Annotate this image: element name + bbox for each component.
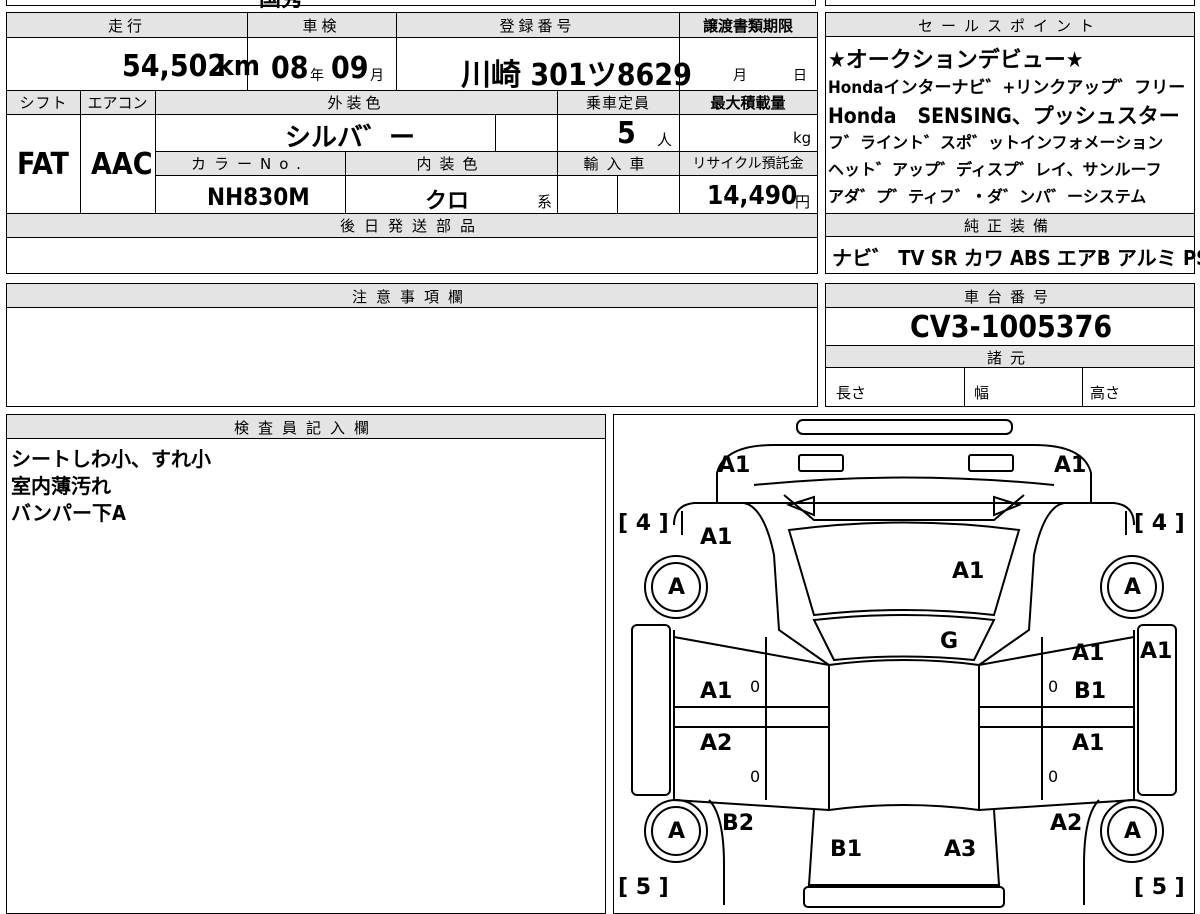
- later-parts-header: 後日発送部品: [339, 217, 484, 235]
- capacity-header: 乗車定員: [585, 94, 650, 112]
- tire-label-fr: A: [1124, 575, 1142, 600]
- damage-trunk-l: B1: [830, 837, 863, 862]
- damage-hood: A1: [952, 559, 985, 584]
- zero-mark: 0: [750, 767, 761, 786]
- inspector-header: 検査員記入欄: [233, 419, 378, 437]
- inspection-year: 08: [271, 51, 309, 86]
- aircon-header: エアコン: [87, 94, 148, 112]
- zero-mark: 0: [1048, 677, 1059, 696]
- equipment-value: ナビ゛ TV SR カワ ABS エアB アルミ PS PW: [832, 246, 1200, 270]
- recycle-unit: 円: [795, 193, 811, 211]
- transfer-month-unit: 月: [733, 68, 747, 84]
- chassis-number: CV3-1005376: [910, 310, 1113, 345]
- sales-points-header: セールスポイント: [917, 17, 1102, 35]
- interior-color-suffix: 系: [537, 193, 553, 211]
- tread-fl: [ 4 ]: [618, 511, 669, 536]
- tire-label-rl: A: [668, 819, 686, 844]
- interior-color-value: クロ: [425, 189, 470, 214]
- damage-door-fr: B1: [1074, 679, 1107, 704]
- sales-point-line: ★オークションデビュー★: [828, 48, 1084, 73]
- damage-front-left: A1: [718, 453, 751, 478]
- sales-points-box: セールスポイント ★オークションデビュー★ Hondaインターナビ゛+リンクアッ…: [825, 12, 1200, 274]
- import-header: 輸入車: [583, 155, 653, 173]
- damage-quarter-right: A1: [1140, 639, 1173, 664]
- sales-point-line: Honda SENSING、プッシュスター: [828, 104, 1180, 128]
- inspection-month-unit: 月: [370, 68, 384, 84]
- damage-rear-fender-r: A2: [1050, 811, 1083, 836]
- aircon-value: AAC: [91, 147, 153, 182]
- damage-rear-fender-l: B2: [722, 811, 755, 836]
- inspector-note: 室内薄汚れ: [11, 474, 111, 498]
- inspector-note: バンパー下A: [11, 501, 126, 525]
- interior-color-header: 内装色: [416, 155, 486, 173]
- max-load-unit: kg: [793, 129, 812, 147]
- spec-length: 長さ: [836, 384, 867, 402]
- chassis-header: 車台番号: [963, 288, 1056, 306]
- damage-door-fl: A1: [700, 679, 733, 704]
- chassis-box: 車台番号 CV3-1005376 諸元 長さ 幅 高さ: [825, 283, 1195, 407]
- damage-windshield: G: [940, 629, 959, 654]
- color-no-header: カラーNo.: [191, 155, 309, 173]
- shift-value: FAT: [17, 147, 69, 182]
- sales-point-line: アダ゛プ゛ティフ゛・ダ゛ンパ゛ーシステム: [828, 187, 1147, 206]
- equipment-header: 純正装備: [963, 217, 1056, 235]
- sales-point-line: Hondaインターナビ゛+リンクアップ゛フリー: [828, 78, 1186, 98]
- registration-value: 川崎 301ツ8629: [461, 58, 692, 93]
- exterior-color-value: シルバ゛ー: [285, 123, 416, 153]
- max-load-header: 最大積載量: [710, 94, 786, 112]
- sales-point-line: フ゛ライント゛スポ゛ットインフォメーション: [828, 133, 1164, 152]
- damage-door-rl: A2: [700, 731, 733, 756]
- shift-header: シフト: [19, 94, 68, 112]
- tire-label-fl: A: [668, 575, 686, 600]
- notes-box: 注意事項欄: [6, 283, 818, 407]
- tread-rl: [ 5 ]: [618, 875, 669, 900]
- car-damage-diagram: A A A A [ 4 ] [ 4 ] [ 5 ] [ 5 ] A1 A1 A1…: [613, 414, 1195, 914]
- mileage-unit: km: [217, 49, 260, 82]
- capacity-unit: 人: [657, 131, 673, 149]
- damage-trunk-r: A3: [944, 837, 977, 862]
- mileage-header: 走行: [107, 17, 146, 35]
- inspection-header: 車検: [302, 17, 341, 35]
- sales-point-line: ヘット゛アップ゛ディスプ゛レイ、サンルーフ: [828, 160, 1162, 179]
- vehicle-info-table: 走行 車検 登録番号 譲渡書類期限 54,502 km 08 年 09 月 川崎…: [6, 12, 818, 274]
- zero-mark: 0: [1048, 767, 1059, 786]
- transfer-deadline-header: 譲渡書類期限: [702, 17, 793, 35]
- mileage-value: 54,502: [122, 49, 227, 84]
- top-strip: 国秀: [6, 0, 816, 12]
- recycle-value: 14,490: [707, 181, 798, 211]
- damage-roof-side-right: A1: [1072, 641, 1105, 666]
- inspector-box: 検査員記入欄 シートしわ小、すれ小 室内薄汚れ バンパー下A: [6, 414, 606, 914]
- damage-fender-fl: A1: [700, 525, 733, 550]
- registration-header: 登録番号: [499, 17, 576, 35]
- tread-rr: [ 5 ]: [1134, 875, 1185, 900]
- recycle-header: リサイクル預託金: [692, 156, 804, 172]
- specs-header: 諸元: [986, 349, 1033, 367]
- zero-mark: 0: [750, 677, 761, 696]
- exterior-color-header: 外装色: [327, 94, 385, 112]
- notes-header: 注意事項欄: [351, 288, 472, 306]
- transfer-day-unit: 日: [793, 68, 807, 84]
- inspection-year-unit: 年: [310, 68, 324, 84]
- top-strip-right: [825, 0, 1195, 6]
- tread-fr: [ 4 ]: [1134, 511, 1185, 536]
- inspection-month: 09: [331, 51, 369, 86]
- tire-label-rr: A: [1124, 819, 1142, 844]
- damage-door-rr: A1: [1072, 731, 1105, 756]
- inspector-note: シートしわ小、すれ小: [11, 447, 211, 471]
- damage-front-right: A1: [1054, 453, 1087, 478]
- color-no-value: NH830M: [207, 183, 310, 211]
- capacity-value: 5: [617, 116, 636, 151]
- spec-width: 幅: [974, 384, 990, 402]
- spec-height: 高さ: [1090, 384, 1121, 402]
